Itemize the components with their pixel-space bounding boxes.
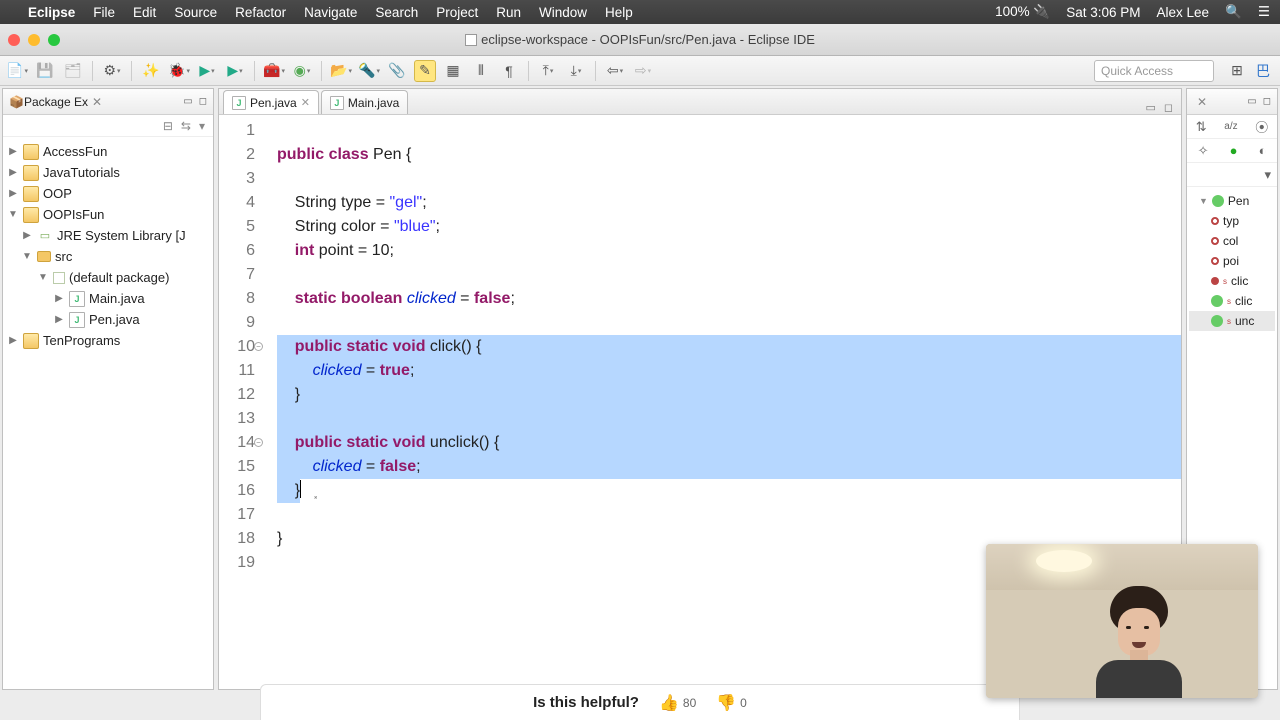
outline-item[interactable]: typ xyxy=(1189,211,1275,231)
line-gutter: 12345678910−11121314−1516171819 xyxy=(219,115,265,689)
coverage-button[interactable]: ▶ xyxy=(224,60,246,82)
collapse-all-icon[interactable]: ⊟ xyxy=(163,119,173,133)
macos-menubar: Eclipse File Edit Source Refactor Naviga… xyxy=(0,0,1280,24)
run-button[interactable]: ▶ xyxy=(196,60,218,82)
outline-item[interactable]: sclic xyxy=(1189,291,1275,311)
editor-tab[interactable]: JMain.java xyxy=(321,90,408,114)
editor-tabs: JPen.java✕JMain.java ▭ ◻ xyxy=(219,89,1181,115)
menu-window[interactable]: Window xyxy=(539,5,587,20)
outline-tree[interactable]: ▼Pentypcolpoisclicsclicsunc xyxy=(1187,187,1277,335)
menu-source[interactable]: Source xyxy=(174,5,217,20)
close-window-button[interactable] xyxy=(8,34,20,46)
debug-button[interactable]: 🐞 xyxy=(168,60,190,82)
menu-project[interactable]: Project xyxy=(436,5,478,20)
package-explorer-panel: 📦 Package Ex ✕ ▭◻ ⊟ ⇆ ▾ ▶AccessFun▶JavaT… xyxy=(2,88,214,690)
tree-row[interactable]: ▶JMain.java xyxy=(3,288,213,309)
tree-row[interactable]: ▼OOPIsFun xyxy=(3,204,213,225)
webcam-overlay xyxy=(986,544,1258,698)
editor-tab[interactable]: JPen.java✕ xyxy=(223,90,319,114)
tree-row[interactable]: ▼(default package) xyxy=(3,267,213,288)
back-button[interactable]: ⇦ xyxy=(604,60,626,82)
document-icon xyxy=(465,34,477,46)
java-perspective-button[interactable]: 巴 xyxy=(1252,60,1274,82)
menu-refactor[interactable]: Refactor xyxy=(235,5,286,20)
tree-row[interactable]: ▶▭JRE System Library [J xyxy=(3,225,213,246)
main-toolbar: 📄 💾 🗂 ⚙ ✨ 🐞 ▶ ▶ 🧰 ◉ 📂 🔦 📎 ✎ ▦ ⫴ ¶ ⤒ ⤓ ⇦ … xyxy=(0,56,1280,86)
outline-item[interactable]: col xyxy=(1189,231,1275,251)
view-menu-icon[interactable]: ▾ xyxy=(199,119,205,133)
forward-button[interactable]: ⇨ xyxy=(632,60,654,82)
open-type-button[interactable]: 📂 xyxy=(330,60,352,82)
app-name[interactable]: Eclipse xyxy=(28,5,75,20)
link-editor-icon[interactable]: ⇆ xyxy=(181,119,191,133)
helpful-prompt: Is this helpful? 👍80 👎0 xyxy=(260,684,1020,720)
save-all-button[interactable]: 🗂 xyxy=(62,60,84,82)
menu-search[interactable]: Search xyxy=(375,5,418,20)
wand-icon[interactable]: ✨ xyxy=(140,60,162,82)
package-explorer-header: 📦 Package Ex ✕ ▭◻ xyxy=(3,89,213,115)
menu-extras-icon[interactable]: ☰ xyxy=(1258,4,1270,20)
block-select-button[interactable]: ▦ xyxy=(442,60,464,82)
quick-access-input[interactable]: Quick Access xyxy=(1094,60,1214,82)
outline-item[interactable]: ▼Pen xyxy=(1189,191,1275,211)
new-button[interactable]: 📄 xyxy=(6,60,28,82)
build-button[interactable]: ⚙ xyxy=(101,60,123,82)
close-outline-icon[interactable]: ✕ xyxy=(1197,95,1207,109)
menu-edit[interactable]: Edit xyxy=(133,5,156,20)
open-perspective-button[interactable]: ⊞ xyxy=(1226,60,1248,82)
search-button[interactable]: 🔦 xyxy=(358,60,380,82)
pilcrow-button[interactable]: ¶ xyxy=(498,60,520,82)
az-icon[interactable]: a/z xyxy=(1224,121,1237,132)
helpful-question: Is this helpful? xyxy=(533,694,639,711)
user-name[interactable]: Alex Lee xyxy=(1157,5,1210,20)
window-title: eclipse-workspace - OOPIsFun/src/Pen.jav… xyxy=(481,32,815,47)
maximize-editor-icon[interactable]: ◻ xyxy=(1164,101,1173,114)
menu-help[interactable]: Help xyxy=(605,5,633,20)
tree-row[interactable]: ▶AccessFun xyxy=(3,141,213,162)
hide-static-icon[interactable]: ✧ xyxy=(1198,143,1209,159)
toggle-highlight-button[interactable]: ✎ xyxy=(414,60,436,82)
menu-run[interactable]: Run xyxy=(496,5,521,20)
outline-item[interactable]: poi xyxy=(1189,251,1275,271)
hide-nonpublic-icon[interactable]: ● xyxy=(1230,143,1238,158)
tree-row[interactable]: ▶JavaTutorials xyxy=(3,162,213,183)
window-titlebar: eclipse-workspace - OOPIsFun/src/Pen.jav… xyxy=(0,24,1280,56)
tree-row[interactable]: ▶TenPrograms xyxy=(3,330,213,351)
ext-tools-button[interactable]: 🧰 xyxy=(263,60,285,82)
tree-row[interactable]: ▶JPen.java xyxy=(3,309,213,330)
new-class-button[interactable]: ◉ xyxy=(291,60,313,82)
hide-fields-icon[interactable]: ⦿ xyxy=(1255,117,1268,136)
menu-file[interactable]: File xyxy=(93,5,115,20)
spotlight-icon[interactable]: 🔍 xyxy=(1225,4,1242,20)
clock[interactable]: Sat 3:06 PM xyxy=(1066,5,1140,20)
toggle-mark-button[interactable]: 📎 xyxy=(386,60,408,82)
minimize-outline-icon[interactable]: ▭ xyxy=(1247,96,1256,107)
minimize-view-icon[interactable]: ▭ xyxy=(183,96,192,107)
minimize-editor-icon[interactable]: ▭ xyxy=(1145,101,1155,114)
battery-status[interactable]: 100% 🔌 xyxy=(995,4,1050,20)
outline-item[interactable]: sclic xyxy=(1189,271,1275,291)
close-view-icon[interactable]: ✕ xyxy=(92,95,102,109)
next-annotation-button[interactable]: ⤓ xyxy=(565,60,587,82)
thumbs-down-button[interactable]: 👎0 xyxy=(716,693,747,713)
package-explorer-title: Package Ex xyxy=(24,95,88,109)
tree-row[interactable]: ▶OOP xyxy=(3,183,213,204)
prev-annotation-button[interactable]: ⤒ xyxy=(537,60,559,82)
hide-local-icon[interactable]: ◐ xyxy=(1259,143,1267,158)
menu-navigate[interactable]: Navigate xyxy=(304,5,357,20)
package-tree[interactable]: ▶AccessFun▶JavaTutorials▶OOP▼OOPIsFun▶▭J… xyxy=(3,137,213,355)
show-whitespace-button[interactable]: ⫴ xyxy=(470,60,492,82)
maximize-view-icon[interactable]: ◻ xyxy=(199,96,207,107)
save-button[interactable]: 💾 xyxy=(34,60,56,82)
thumbs-up-button[interactable]: 👍80 xyxy=(659,693,696,713)
maximize-outline-icon[interactable]: ◻ xyxy=(1263,96,1271,107)
zoom-window-button[interactable] xyxy=(48,34,60,46)
outline-item[interactable]: sunc xyxy=(1189,311,1275,331)
minimize-window-button[interactable] xyxy=(28,34,40,46)
sort-icon[interactable]: ⇅ xyxy=(1196,119,1207,135)
outline-menu-icon[interactable]: ▾ xyxy=(1264,167,1271,183)
tree-row[interactable]: ▼src xyxy=(3,246,213,267)
